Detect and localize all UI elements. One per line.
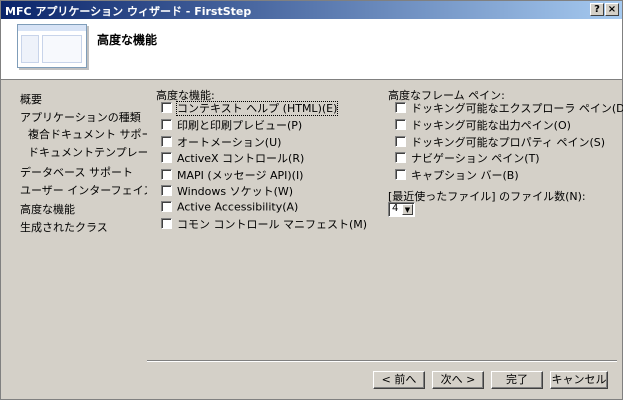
checkbox[interactable] xyxy=(161,185,172,196)
option-output-pane[interactable]: ドッキング可能な出力ペイン(O) xyxy=(395,117,571,132)
option-label: オートメーション(U) xyxy=(177,136,282,149)
option-windows-sockets[interactable]: Windows ソケット(W) xyxy=(161,183,294,198)
option-automation[interactable]: オートメーション(U) xyxy=(161,134,282,149)
option-label: Active Accessibility(A) xyxy=(177,200,299,214)
option-label: ナビゲーション ペイン(T) xyxy=(411,152,540,165)
window-title: MFC アプリケーション ウィザード - FirstStep xyxy=(5,5,252,18)
finish-button[interactable]: 完了 xyxy=(491,371,543,389)
nav-item-compound-doc[interactable]: 複合ドキュメント サポート xyxy=(28,126,164,142)
option-active-accessibility[interactable]: Active Accessibility(A) xyxy=(161,200,298,214)
checkbox[interactable] xyxy=(395,152,406,163)
option-context-help[interactable]: コンテキスト ヘルプ (HTML)(E) xyxy=(161,100,339,116)
option-explorer-pane[interactable]: ドッキング可能なエクスプローラ ペイン(D) xyxy=(395,100,623,115)
option-label: キャプション バー(B) xyxy=(411,169,519,182)
wizard-preview-icon xyxy=(17,24,87,68)
cancel-button[interactable]: キャンセル xyxy=(550,371,608,389)
option-mapi[interactable]: MAPI (メッセージ API)(I) xyxy=(161,167,304,182)
footer-separator xyxy=(147,360,617,362)
title-bar: MFC アプリケーション ウィザード - FirstStep ? × xyxy=(1,1,622,19)
page-title: 高度な機能 xyxy=(97,33,158,47)
recent-files-select[interactable]: 4 ▼ xyxy=(388,202,415,217)
close-button[interactable]: × xyxy=(605,3,619,16)
recent-files-value: 4 xyxy=(392,203,399,214)
option-label: Windows ソケット(W) xyxy=(177,185,294,198)
option-navigation-pane[interactable]: ナビゲーション ペイン(T) xyxy=(395,150,540,165)
option-label: MAPI (メッセージ API)(I) xyxy=(177,169,304,182)
nav-item-database[interactable]: データベース サポート xyxy=(20,164,133,180)
nav-item-advanced-features[interactable]: 高度な機能 xyxy=(20,201,75,217)
nav-item-generated-classes[interactable]: 生成されたクラス xyxy=(20,219,108,235)
next-button[interactable]: 次へ > xyxy=(432,371,484,389)
option-caption-bar[interactable]: キャプション バー(B) xyxy=(395,167,519,182)
options-panel: 高度な機能: コンテキスト ヘルプ (HTML)(E) 印刷と印刷プレビュー(P… xyxy=(147,82,623,358)
option-label: ドッキング可能なエクスプローラ ペイン(D) xyxy=(411,102,623,115)
option-print-preview[interactable]: 印刷と印刷プレビュー(P) xyxy=(161,117,303,132)
option-label: コンテキスト ヘルプ (HTML)(E) xyxy=(175,101,339,116)
checkbox[interactable] xyxy=(161,102,172,113)
checkbox[interactable] xyxy=(395,136,406,147)
help-button[interactable]: ? xyxy=(590,3,604,16)
option-label: ドッキング可能なプロパティ ペイン(S) xyxy=(411,136,606,149)
checkbox[interactable] xyxy=(161,152,172,163)
checkbox[interactable] xyxy=(395,102,406,113)
checkbox[interactable] xyxy=(161,218,172,229)
option-common-control-manifest[interactable]: コモン コントロール マニフェスト(M) xyxy=(161,216,368,231)
chevron-down-icon[interactable]: ▼ xyxy=(402,204,413,215)
back-button[interactable]: < 前へ xyxy=(373,371,425,389)
checkbox[interactable] xyxy=(395,169,406,180)
nav-item-overview[interactable]: 概要 xyxy=(20,91,42,107)
checkbox[interactable] xyxy=(161,201,172,212)
option-activex[interactable]: ActiveX コントロール(R) xyxy=(161,150,305,165)
header-banner: 高度な機能 xyxy=(1,19,622,80)
wizard-window: MFC アプリケーション ウィザード - FirstStep ? × 高度な機能… xyxy=(0,0,623,400)
checkbox[interactable] xyxy=(395,119,406,130)
recent-files-label: [最近使ったファイル] のファイル数(N): xyxy=(388,190,586,203)
checkbox[interactable] xyxy=(161,169,172,180)
option-label: コモン コントロール マニフェスト(M) xyxy=(177,218,368,231)
wizard-nav: 概要 アプリケーションの種類 複合ドキュメント サポート ドキュメントテンプレー… xyxy=(10,87,193,387)
option-label: ドッキング可能な出力ペイン(O) xyxy=(411,119,571,132)
nav-item-app-type[interactable]: アプリケーションの種類 xyxy=(20,109,141,125)
option-label: ActiveX コントロール(R) xyxy=(177,152,305,165)
checkbox[interactable] xyxy=(161,119,172,130)
option-label: 印刷と印刷プレビュー(P) xyxy=(177,119,303,132)
checkbox[interactable] xyxy=(161,136,172,147)
option-properties-pane[interactable]: ドッキング可能なプロパティ ペイン(S) xyxy=(395,134,606,149)
